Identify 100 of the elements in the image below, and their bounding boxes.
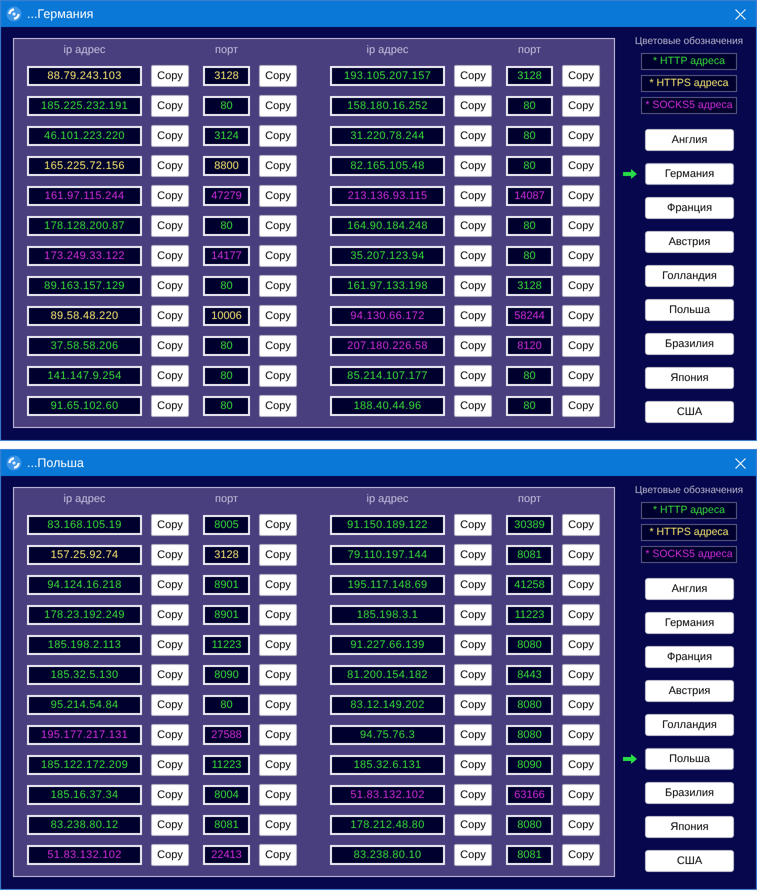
- copy-button[interactable]: Copy: [562, 514, 600, 536]
- copy-button[interactable]: Copy: [562, 365, 600, 387]
- country-button[interactable]: США: [645, 850, 734, 872]
- copy-button[interactable]: Copy: [562, 754, 600, 776]
- copy-button[interactable]: Copy: [454, 604, 492, 626]
- copy-button[interactable]: Copy: [454, 634, 492, 656]
- copy-button[interactable]: Copy: [454, 395, 492, 417]
- copy-button[interactable]: Copy: [259, 335, 297, 357]
- copy-button[interactable]: Copy: [151, 275, 189, 297]
- copy-button[interactable]: Copy: [562, 155, 600, 177]
- copy-button[interactable]: Copy: [259, 395, 297, 417]
- country-button[interactable]: Германия: [645, 612, 734, 634]
- copy-button[interactable]: Copy: [454, 155, 492, 177]
- country-button[interactable]: Германия: [645, 163, 734, 185]
- copy-button[interactable]: Copy: [562, 694, 600, 716]
- copy-button[interactable]: Copy: [151, 125, 189, 147]
- copy-button[interactable]: Copy: [259, 544, 297, 566]
- copy-button[interactable]: Copy: [151, 634, 189, 656]
- copy-button[interactable]: Copy: [259, 784, 297, 806]
- copy-button[interactable]: Copy: [454, 185, 492, 207]
- copy-button[interactable]: Copy: [259, 634, 297, 656]
- copy-button[interactable]: Copy: [151, 185, 189, 207]
- copy-button[interactable]: Copy: [454, 275, 492, 297]
- copy-button[interactable]: Copy: [151, 844, 189, 866]
- copy-button[interactable]: Copy: [259, 215, 297, 237]
- copy-button[interactable]: Copy: [151, 65, 189, 87]
- copy-button[interactable]: Copy: [562, 95, 600, 117]
- copy-button[interactable]: Copy: [151, 574, 189, 596]
- copy-button[interactable]: Copy: [454, 65, 492, 87]
- copy-button[interactable]: Copy: [151, 754, 189, 776]
- copy-button[interactable]: Copy: [562, 305, 600, 327]
- copy-button[interactable]: Copy: [259, 814, 297, 836]
- copy-button[interactable]: Copy: [259, 604, 297, 626]
- country-button[interactable]: Англия: [645, 578, 734, 600]
- copy-button[interactable]: Copy: [454, 664, 492, 686]
- copy-button[interactable]: Copy: [454, 215, 492, 237]
- copy-button[interactable]: Copy: [454, 754, 492, 776]
- copy-button[interactable]: Copy: [151, 335, 189, 357]
- copy-button[interactable]: Copy: [259, 844, 297, 866]
- copy-button[interactable]: Copy: [562, 664, 600, 686]
- copy-button[interactable]: Copy: [562, 844, 600, 866]
- copy-button[interactable]: Copy: [562, 395, 600, 417]
- copy-button[interactable]: Copy: [259, 514, 297, 536]
- copy-button[interactable]: Copy: [562, 634, 600, 656]
- copy-button[interactable]: Copy: [151, 215, 189, 237]
- copy-button[interactable]: Copy: [562, 215, 600, 237]
- copy-button[interactable]: Copy: [454, 544, 492, 566]
- copy-button[interactable]: Copy: [562, 65, 600, 87]
- copy-button[interactable]: Copy: [259, 305, 297, 327]
- copy-button[interactable]: Copy: [454, 724, 492, 746]
- country-button[interactable]: США: [645, 401, 734, 423]
- copy-button[interactable]: Copy: [562, 275, 600, 297]
- copy-button[interactable]: Copy: [259, 245, 297, 267]
- country-button[interactable]: Австрия: [645, 680, 734, 702]
- copy-button[interactable]: Copy: [151, 544, 189, 566]
- copy-button[interactable]: Copy: [259, 754, 297, 776]
- country-button[interactable]: Голландия: [645, 265, 734, 287]
- copy-button[interactable]: Copy: [562, 604, 600, 626]
- copy-button[interactable]: Copy: [259, 275, 297, 297]
- country-button[interactable]: Голландия: [645, 714, 734, 736]
- copy-button[interactable]: Copy: [562, 784, 600, 806]
- copy-button[interactable]: Copy: [562, 724, 600, 746]
- copy-button[interactable]: Copy: [454, 305, 492, 327]
- copy-button[interactable]: Copy: [151, 365, 189, 387]
- country-button[interactable]: Франция: [645, 646, 734, 668]
- copy-button[interactable]: Copy: [454, 574, 492, 596]
- copy-button[interactable]: Copy: [259, 694, 297, 716]
- copy-button[interactable]: Copy: [454, 365, 492, 387]
- copy-button[interactable]: Copy: [151, 305, 189, 327]
- copy-button[interactable]: Copy: [151, 95, 189, 117]
- copy-button[interactable]: Copy: [259, 65, 297, 87]
- country-button[interactable]: Бразилия: [645, 782, 734, 804]
- copy-button[interactable]: Copy: [151, 245, 189, 267]
- copy-button[interactable]: Copy: [151, 694, 189, 716]
- copy-button[interactable]: Copy: [151, 814, 189, 836]
- copy-button[interactable]: Copy: [151, 514, 189, 536]
- copy-button[interactable]: Copy: [151, 604, 189, 626]
- copy-button[interactable]: Copy: [454, 95, 492, 117]
- copy-button[interactable]: Copy: [562, 245, 600, 267]
- copy-button[interactable]: Copy: [454, 694, 492, 716]
- copy-button[interactable]: Copy: [259, 125, 297, 147]
- country-button[interactable]: Австрия: [645, 231, 734, 253]
- copy-button[interactable]: Copy: [454, 514, 492, 536]
- copy-button[interactable]: Copy: [454, 125, 492, 147]
- copy-button[interactable]: Copy: [151, 664, 189, 686]
- copy-button[interactable]: Copy: [562, 335, 600, 357]
- copy-button[interactable]: Copy: [562, 125, 600, 147]
- copy-button[interactable]: Copy: [259, 664, 297, 686]
- country-button[interactable]: Бразилия: [645, 333, 734, 355]
- copy-button[interactable]: Copy: [259, 365, 297, 387]
- copy-button[interactable]: Copy: [454, 844, 492, 866]
- copy-button[interactable]: Copy: [562, 574, 600, 596]
- country-button[interactable]: Франция: [645, 197, 734, 219]
- copy-button[interactable]: Copy: [259, 185, 297, 207]
- copy-button[interactable]: Copy: [454, 335, 492, 357]
- copy-button[interactable]: Copy: [151, 784, 189, 806]
- copy-button[interactable]: Copy: [151, 155, 189, 177]
- country-button[interactable]: Япония: [645, 816, 734, 838]
- copy-button[interactable]: Copy: [562, 544, 600, 566]
- copy-button[interactable]: Copy: [562, 185, 600, 207]
